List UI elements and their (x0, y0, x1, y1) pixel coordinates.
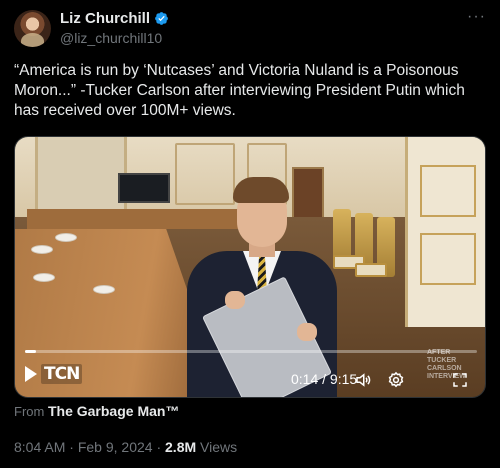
volume-icon[interactable] (352, 369, 374, 391)
author-name-row: Liz Churchill (60, 10, 169, 27)
author-display-name[interactable]: Liz Churchill (60, 10, 150, 27)
author-handle[interactable]: @liz_churchill10 (60, 30, 162, 46)
video-player[interactable]: AFTER TUCKER CARLSON INTERVIEW TCN 0:14 … (14, 136, 486, 398)
tweet: Liz Churchill @liz_churchill10 ··· “Amer… (0, 0, 500, 468)
media-source-prefix: From (14, 404, 45, 419)
tweet-text: “America is run by ‘Nutcases’ and Victor… (14, 62, 465, 119)
author-avatar[interactable] (14, 10, 51, 47)
tweet-time[interactable]: 8:04 AM (14, 439, 65, 455)
more-options-icon[interactable]: ··· (467, 8, 486, 26)
video-scene-window (35, 137, 127, 217)
meta-separator: · (156, 439, 162, 455)
meta-separator: · (69, 439, 74, 455)
video-scene-person (173, 173, 343, 397)
tweet-metadata: 8:04 AM · Feb 9, 2024 · 2.8M Views (14, 439, 237, 455)
video-scene-plate (93, 285, 115, 294)
play-icon[interactable] (25, 366, 37, 382)
video-time: 0:14 / 9:15 (291, 371, 357, 387)
video-scene-seat (355, 263, 387, 277)
video-time-separator: / (322, 371, 327, 387)
video-scene-door-panel (420, 233, 476, 285)
video-scene-plate (33, 273, 55, 282)
video-scene-plate (55, 233, 77, 242)
video-scene-tv (118, 173, 170, 203)
video-progress-bar[interactable] (25, 350, 477, 353)
verified-badge-icon (155, 12, 168, 25)
video-current-time: 0:14 (291, 371, 319, 387)
media-source: From The Garbage Man™ (14, 403, 179, 419)
tcn-logo: TCN (25, 364, 83, 384)
person-hand (225, 291, 245, 309)
video-scene-door-panel (420, 165, 476, 217)
tweet-date[interactable]: Feb 9, 2024 (78, 439, 153, 455)
settings-icon[interactable] (385, 369, 407, 391)
video-progress-fill (25, 350, 37, 353)
video-scene-door (405, 137, 485, 327)
tcn-logo-text: TCN (41, 364, 83, 384)
views-label: Views (200, 439, 238, 455)
video-scene-plate (31, 245, 53, 254)
person-hair (233, 177, 289, 203)
person-hand (297, 323, 317, 341)
views-count: 2.8M (165, 439, 197, 455)
fullscreen-icon[interactable] (449, 369, 471, 391)
media-source-link[interactable]: The Garbage Man™ (48, 403, 179, 419)
